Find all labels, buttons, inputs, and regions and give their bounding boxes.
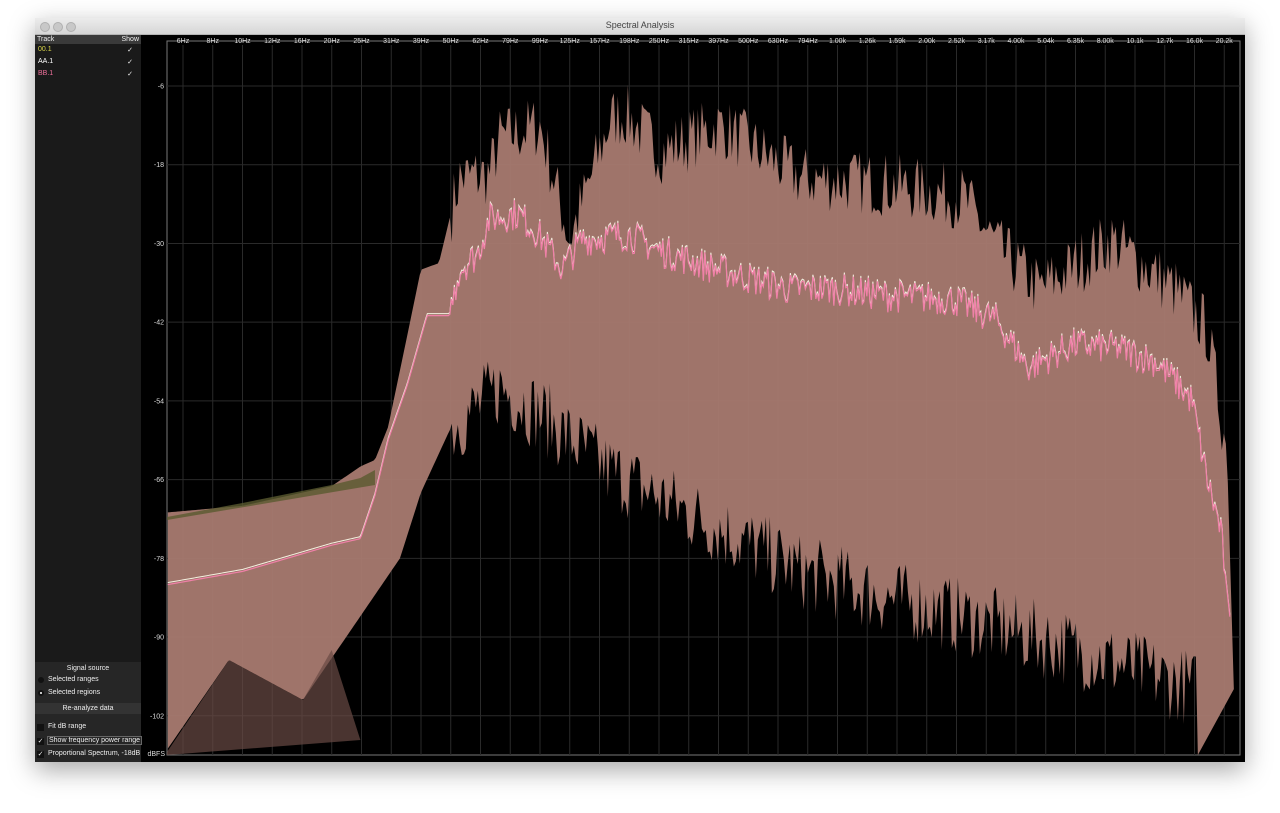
x-tick-label: 10Hz <box>234 38 251 45</box>
x-tick-label: 10.1k <box>1126 38 1144 45</box>
x-tick-label: 20.2k <box>1216 38 1234 45</box>
x-tick-label: 1.59k <box>888 38 906 45</box>
x-tick-label: 315Hz <box>679 38 700 45</box>
x-tick-label: 6.35k <box>1067 38 1085 45</box>
spectrum-chart[interactable]: 6Hz 8Hz 10Hz 12Hz 16Hz 20Hz 25Hz 31Hz 39Hz 50Hz 62… <box>0 0 1280 813</box>
x-tick-label: 6Hz <box>177 38 190 45</box>
x-tick-label: 31Hz <box>383 38 400 45</box>
x-tick-label: 8Hz <box>207 38 220 45</box>
x-tick-label: 12.7k <box>1156 38 1174 45</box>
x-tick-label: 157Hz <box>589 38 610 45</box>
x-tick-label: 50Hz <box>443 38 460 45</box>
x-tick-label: 2.00k <box>918 38 936 45</box>
x-tick-label: 397Hz <box>708 38 729 45</box>
x-tick-label: 5.04k <box>1037 38 1055 45</box>
x-tick-label: 630Hz <box>768 38 789 45</box>
y-tick-label: -78 <box>154 556 164 563</box>
y-tick-label: -54 <box>154 398 164 405</box>
x-tick-label: 16Hz <box>294 38 311 45</box>
x-tick-label: 500Hz <box>738 38 759 45</box>
x-tick-label: 12Hz <box>264 38 281 45</box>
y-tick-label: -90 <box>154 635 164 642</box>
x-tick-label: 25Hz <box>353 38 370 45</box>
x-tick-label: 99Hz <box>532 38 549 45</box>
x-tick-label: 79Hz <box>502 38 519 45</box>
y-tick-label: -102 <box>150 713 164 720</box>
y-tick-label: -42 <box>154 320 164 327</box>
x-tick-label: 39Hz <box>413 38 430 45</box>
x-tick-label: 125Hz <box>560 38 581 45</box>
x-tick-label: 794Hz <box>798 38 819 45</box>
y-unit-label: dBFS <box>147 751 165 758</box>
x-tick-label: 198Hz <box>619 38 640 45</box>
x-tick-label: 1.00k <box>829 38 847 45</box>
x-tick-label: 62Hz <box>472 38 489 45</box>
x-tick-label: 4.00k <box>1007 38 1025 45</box>
x-tick-label: 16.0k <box>1186 38 1204 45</box>
x-tick-label: 1.26k <box>859 38 877 45</box>
x-tick-label: 2.52k <box>948 38 966 45</box>
x-tick-label: 20Hz <box>324 38 341 45</box>
x-tick-label: 8.00k <box>1097 38 1115 45</box>
x-tick-label: 250Hz <box>649 38 670 45</box>
y-tick-label: -6 <box>158 84 164 91</box>
x-tick-label: 3.17k <box>978 38 996 45</box>
y-tick-label: -18 <box>154 162 164 169</box>
y-tick-label: -30 <box>154 241 164 248</box>
y-tick-label: -66 <box>154 477 164 484</box>
